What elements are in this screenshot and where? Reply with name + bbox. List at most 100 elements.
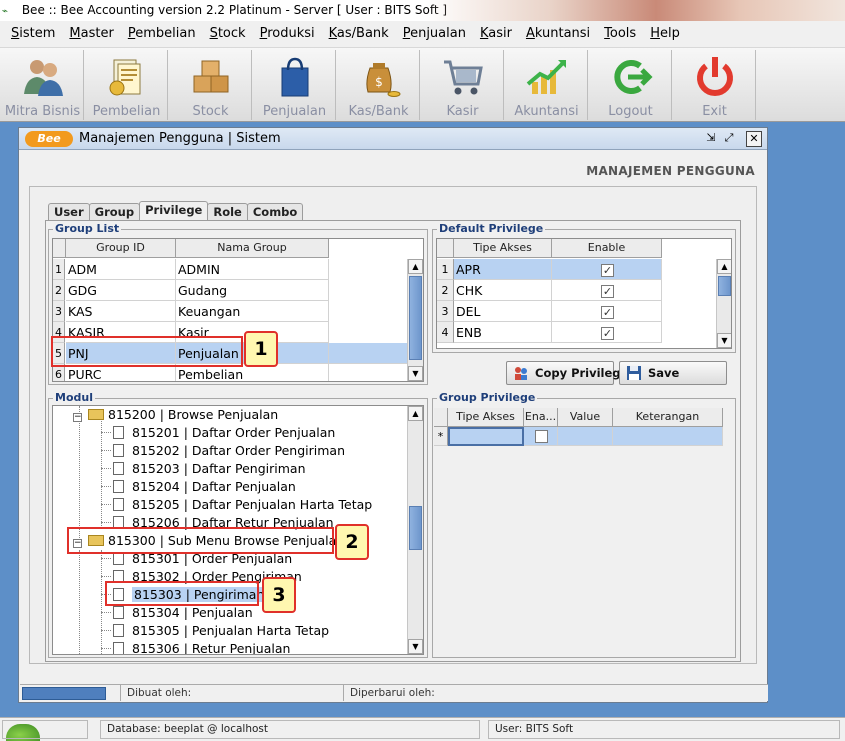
app-statusbar: Database: beeplat @ localhost User: BITS… [0, 717, 845, 741]
column-header-group-id[interactable]: Group ID [66, 239, 176, 258]
column-header-nama-group[interactable]: Nama Group [176, 239, 329, 258]
tab-user[interactable]: User [48, 203, 90, 221]
toolbar-logout-button[interactable]: Logout [590, 50, 672, 120]
column-header-enable[interactable]: Ena... [524, 408, 558, 427]
group-privilege-grid: Tipe Akses Ena... Value Keterangan * [434, 408, 724, 448]
new-enable-checkbox[interactable] [535, 430, 548, 443]
enable-cell[interactable]: ✓ [552, 280, 662, 301]
new-keterangan-cell[interactable] [613, 427, 723, 446]
tree-item[interactable]: 815204 | Daftar Penjualan [113, 478, 296, 496]
tree-folder-815200[interactable]: −815200 | Browse Penjualan [73, 406, 278, 424]
toolbar-akuntansi-button[interactable]: Akuntansi [506, 50, 588, 120]
menu-pembelian[interactable]: Pembelian [121, 21, 203, 47]
group-name-cell[interactable]: Keuangan [176, 301, 329, 322]
toolbar-mitra-bisnis-button[interactable]: Mitra Bisnis [2, 50, 84, 120]
enable-checkbox[interactable]: ✓ [601, 306, 614, 319]
column-header-value[interactable]: Value [558, 408, 613, 427]
scroll-down-icon[interactable]: ▼ [408, 639, 423, 654]
menu-kasir[interactable]: Kasir [473, 21, 519, 47]
toolbar-exit-button[interactable]: Exit [674, 50, 756, 120]
menu-master[interactable]: Master [62, 21, 120, 47]
new-tipe-akses-cell[interactable] [448, 427, 524, 446]
group-name-cell[interactable]: ADMIN [176, 259, 329, 280]
enable-checkbox[interactable]: ✓ [601, 264, 614, 277]
scroll-up-icon[interactable]: ▲ [717, 259, 731, 274]
menu-akuntansi[interactable]: Akuntansi [519, 21, 597, 47]
page-header-title: MANAJEMEN PENGGUNA [586, 164, 755, 178]
enable-checkbox[interactable]: ✓ [601, 285, 614, 298]
scroll-down-icon[interactable]: ▼ [717, 333, 731, 348]
floppy-disk-icon [627, 366, 641, 380]
column-header-keterangan[interactable]: Keterangan [613, 408, 723, 427]
window-titlebar[interactable]: Bee Manajemen Pengguna | Sistem ⇲ ⤢ ✕ [19, 128, 767, 150]
tipe-akses-cell[interactable]: ENB [454, 322, 552, 343]
restore-icon[interactable]: ⇲ [703, 131, 719, 147]
tree-item[interactable]: 815306 | Retur Penjualan [113, 640, 290, 654]
enable-checkbox[interactable]: ✓ [601, 327, 614, 340]
group-id-cell[interactable]: GDG [66, 280, 176, 301]
toolbar-stock-button[interactable]: Stock [170, 50, 252, 120]
tree-item[interactable]: 815304 | Penjualan [113, 604, 253, 622]
user-status: User: BITS Soft [488, 720, 840, 739]
scroll-down-icon[interactable]: ▼ [408, 366, 423, 381]
toolbar-kas-bank-button[interactable]: $ Kas/Bank [338, 50, 420, 120]
document-icon [113, 642, 124, 654]
tree-guide-line [79, 550, 80, 654]
tree-item[interactable]: 815205 | Daftar Penjualan Harta Tetap [113, 496, 372, 514]
copy-privilege-button[interactable]: Copy Privilege [506, 361, 628, 385]
document-icon [113, 426, 124, 439]
menu-sistem[interactable]: Sistem [4, 21, 62, 47]
tree-branch [101, 450, 111, 451]
toolbar-pembelian-button[interactable]: Pembelian [86, 50, 168, 120]
scroll-up-icon[interactable]: ▲ [408, 259, 423, 274]
tree-item[interactable]: 815201 | Daftar Order Penjualan [113, 424, 335, 442]
scroll-thumb[interactable] [718, 276, 731, 296]
tree-item[interactable]: 815202 | Daftar Order Pengiriman [113, 442, 345, 460]
menu-tools[interactable]: Tools [597, 21, 643, 47]
tree-item[interactable]: 815305 | Penjualan Harta Tetap [113, 622, 329, 640]
new-enable-cell[interactable] [524, 427, 558, 446]
collapse-icon[interactable]: − [73, 413, 82, 422]
tipe-akses-cell[interactable]: DEL [454, 301, 552, 322]
scroll-up-icon[interactable]: ▲ [408, 406, 423, 421]
enable-cell[interactable]: ✓ [552, 301, 662, 322]
save-label: Save [648, 366, 680, 380]
menu-help[interactable]: Help [643, 21, 687, 47]
tipe-akses-cell-selected[interactable]: APR [454, 259, 552, 280]
group-name-cell[interactable]: Gudang [176, 280, 329, 301]
save-button[interactable]: Save [619, 361, 727, 385]
group-id-cell[interactable]: KAS [66, 301, 176, 322]
tab-role[interactable]: Role [207, 203, 248, 221]
scroll-thumb[interactable] [409, 276, 422, 360]
database-status: Database: beeplat @ localhost [100, 720, 480, 739]
tab-group[interactable]: Group [88, 203, 141, 221]
group-list-scrollbar[interactable]: ▲ ▼ [407, 259, 423, 381]
toolbar-kasir-button[interactable]: Kasir [422, 50, 504, 120]
tab-combo[interactable]: Combo [246, 203, 304, 221]
status-segment-empty [2, 720, 88, 739]
modul-tree-scrollbar[interactable]: ▲ ▼ [407, 406, 423, 654]
menu-stock[interactable]: Stock [203, 21, 253, 47]
toolbar-penjualan-button[interactable]: Penjualan [254, 50, 336, 120]
menu-produksi[interactable]: Produksi [253, 21, 322, 47]
scroll-thumb[interactable] [409, 506, 422, 550]
enable-cell[interactable]: ✓ [552, 322, 662, 343]
maximize-icon[interactable]: ⤢ [721, 131, 737, 147]
tipe-akses-cell[interactable]: CHK [454, 280, 552, 301]
new-value-cell[interactable] [558, 427, 613, 446]
column-header-tipe-akses[interactable]: Tipe Akses [448, 408, 524, 427]
enable-cell[interactable]: ✓ [552, 259, 662, 280]
close-icon[interactable]: ✕ [746, 131, 762, 147]
menu-penjualan[interactable]: Penjualan [396, 21, 473, 47]
group-id-cell[interactable]: ADM [66, 259, 176, 280]
svg-text:$: $ [375, 75, 383, 89]
bee-app-icon: ⌁ [2, 6, 9, 17]
row-number: 4 [437, 322, 454, 343]
default-privilege-scrollbar[interactable]: ▲ ▼ [716, 259, 731, 348]
column-header-enable[interactable]: Enable [552, 239, 662, 258]
column-header-tipe-akses[interactable]: Tipe Akses [454, 239, 552, 258]
menu-kas-bank[interactable]: Kas/Bank [322, 21, 396, 47]
tab-privilege[interactable]: Privilege [139, 201, 209, 221]
tree-item[interactable]: 815203 | Daftar Pengiriman [113, 460, 306, 478]
callout-badge-2: 2 [335, 524, 369, 560]
